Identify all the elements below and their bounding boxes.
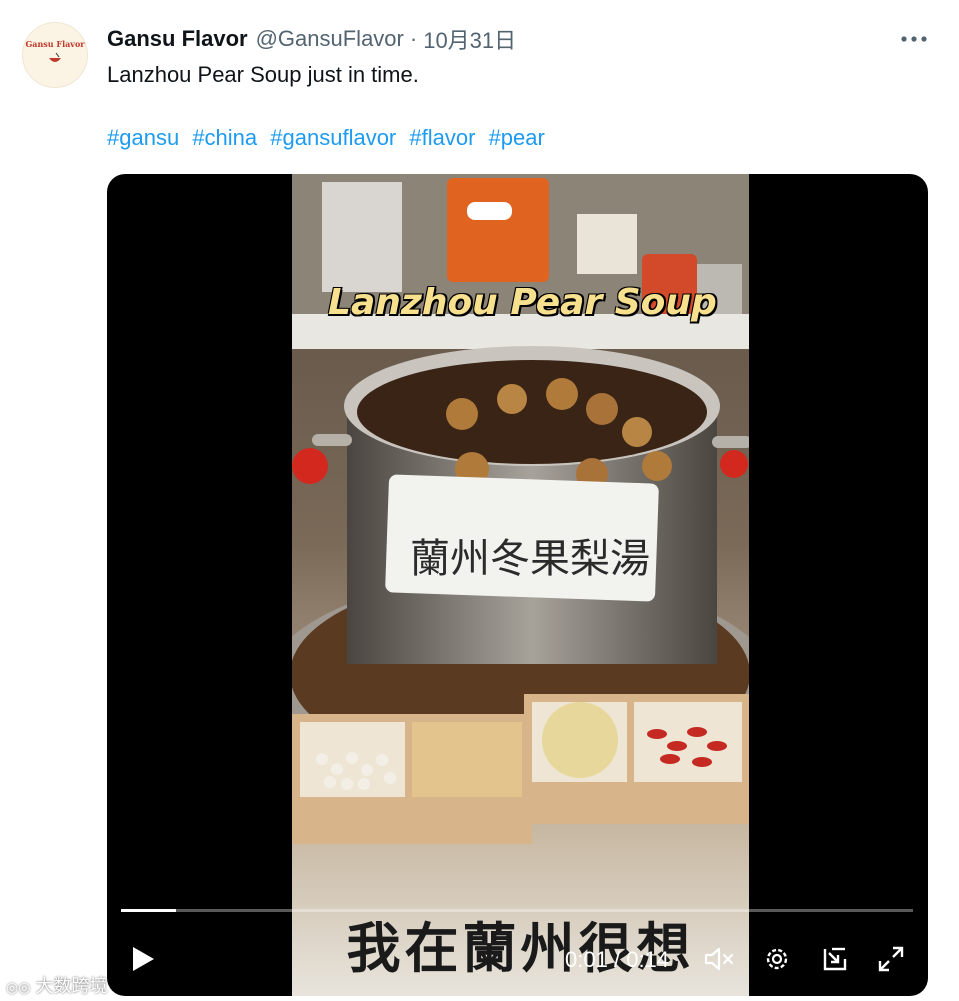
hashtag-link[interactable]: #pear (489, 125, 545, 150)
author-handle[interactable]: @GansuFlavor (256, 26, 404, 52)
hashtag-link[interactable]: #gansuflavor (270, 125, 396, 150)
time-separator: / (613, 947, 621, 972)
duration: 0:14 (626, 947, 670, 972)
tweet-date[interactable]: 10月31日 (423, 23, 516, 55)
tweet-header: Gansu Flavor @GansuFlavor · 10月31日 (107, 24, 516, 54)
author-name[interactable]: Gansu Flavor (107, 26, 248, 52)
watermark-text: 大数跨境 (35, 976, 108, 996)
muted-speaker-icon[interactable] (701, 939, 737, 979)
pot-sign-text: 蘭州冬果梨湯 (410, 536, 650, 582)
video-controls: 0:01 / 0:14 (107, 939, 928, 979)
watermark-logo-icon: ◎◎ (6, 979, 31, 995)
settings-gear-icon[interactable] (759, 939, 795, 979)
watermark: ◎◎ 大数跨境 (6, 972, 107, 998)
hashtag-link[interactable]: #flavor (409, 125, 475, 150)
video-overlay-title: Lanzhou Pear Soup (328, 282, 717, 323)
video-progress-bar[interactable] (121, 909, 913, 912)
current-time: 0:01 (565, 947, 608, 972)
video-progress-fill (121, 909, 177, 912)
hashtag-link[interactable]: #gansu (107, 125, 179, 150)
fullscreen-icon[interactable] (873, 939, 909, 979)
video-player[interactable]: 蘭州冬果梨湯 Lanzhou Pear Soup 我在蘭州很想 0:01 / 0… (107, 174, 928, 996)
more-options-icon[interactable] (896, 24, 932, 54)
avatar[interactable]: Gansu Flavor (22, 22, 88, 88)
hashtag-list: #gansu #china #gansuflavor #flavor #pear (107, 123, 552, 153)
separator-dot: · (409, 26, 418, 51)
bowl-icon (49, 52, 61, 62)
picture-in-picture-icon[interactable] (817, 939, 853, 979)
hashtag-link[interactable]: #china (192, 125, 257, 150)
avatar-logo-text: Gansu Flavor (25, 39, 85, 49)
video-time: 0:01 / 0:14 (565, 947, 669, 973)
tweet-text: Lanzhou Pear Soup just in time. (107, 62, 419, 87)
play-icon[interactable] (125, 939, 161, 979)
